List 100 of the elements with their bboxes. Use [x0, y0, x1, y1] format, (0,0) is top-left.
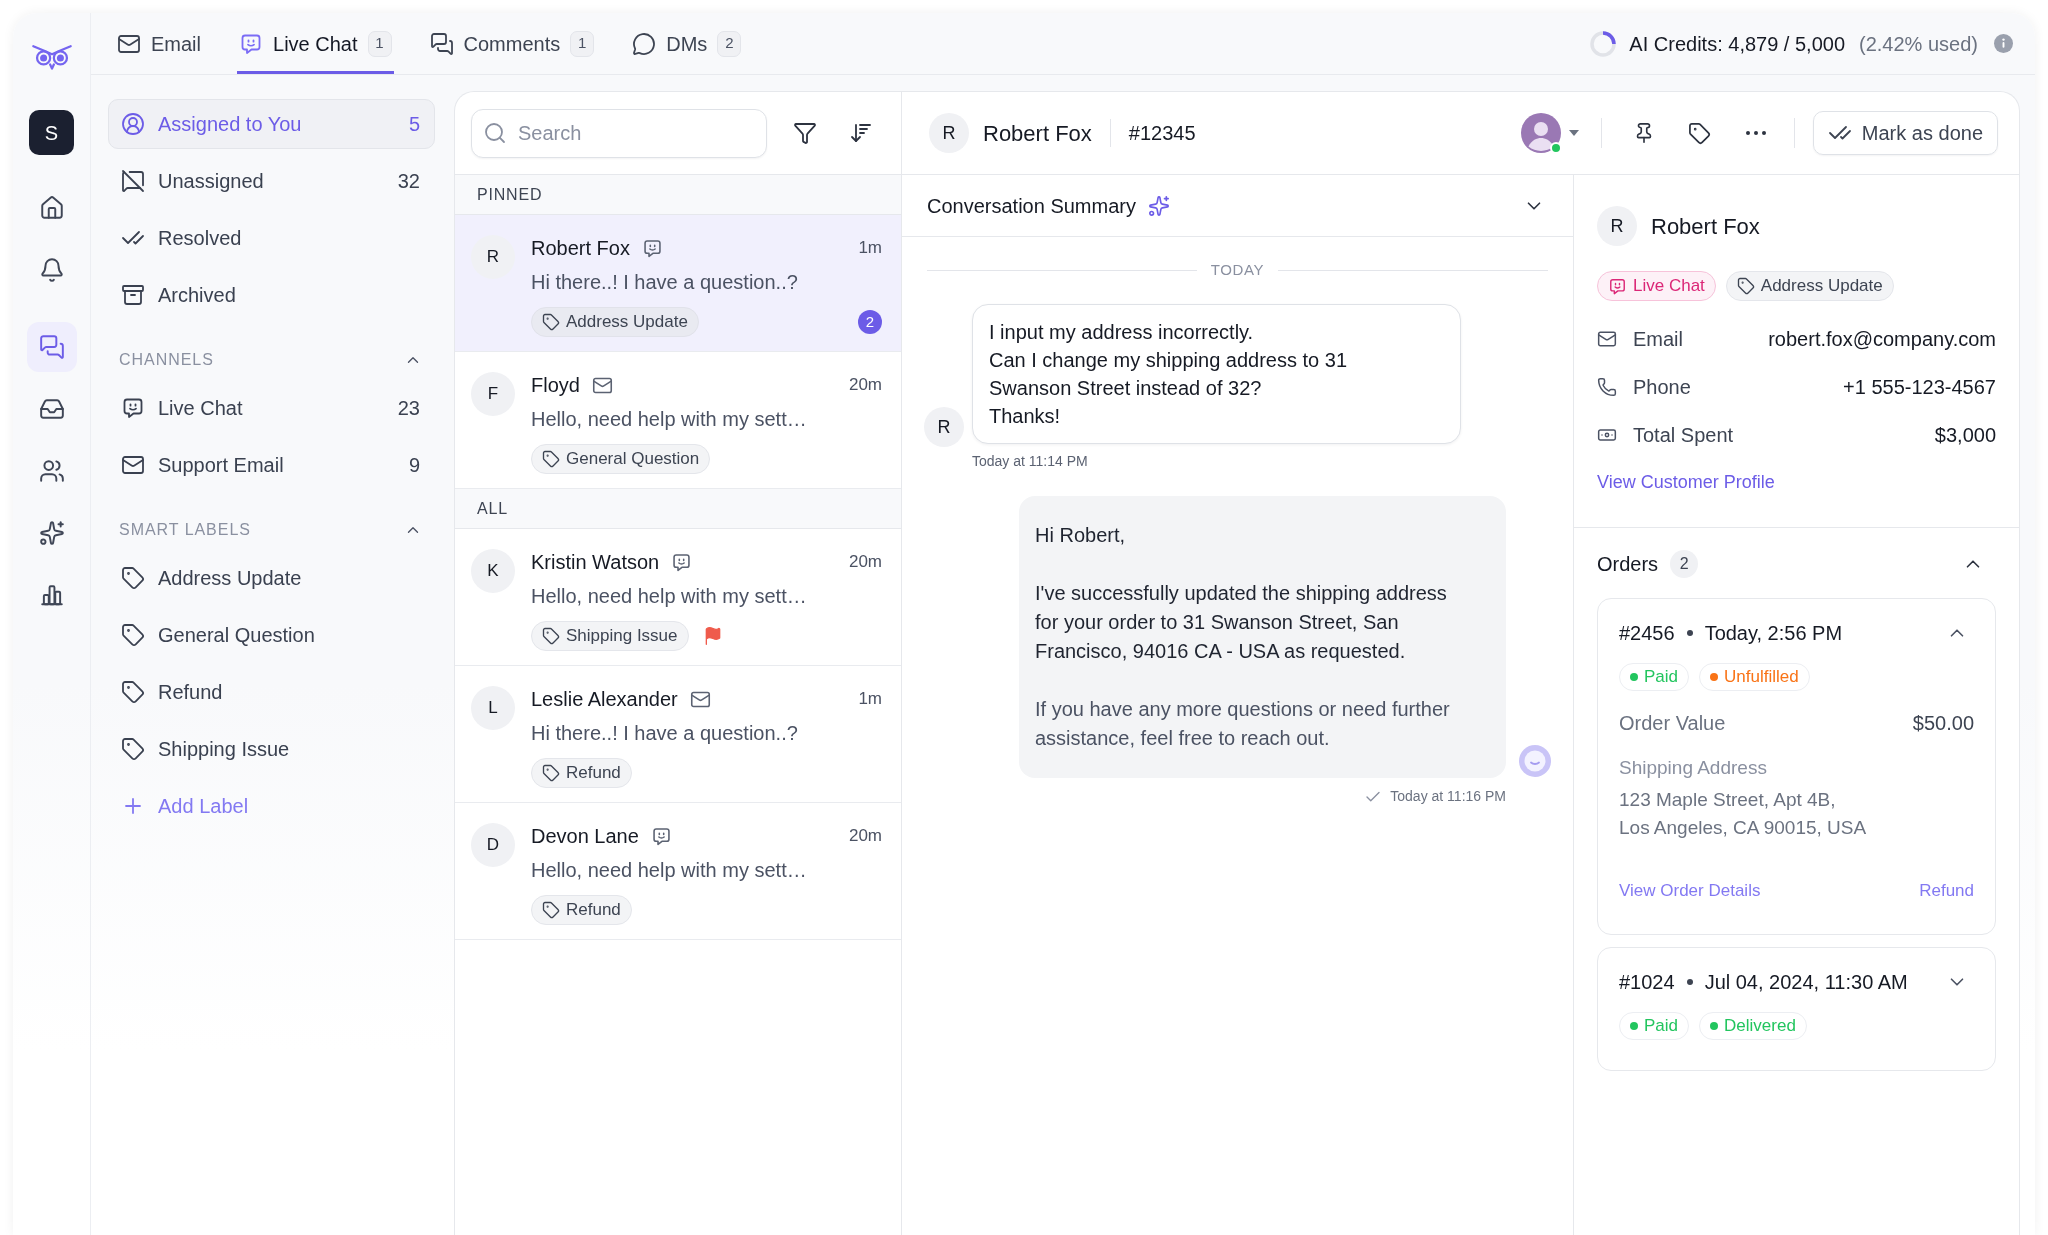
- nav-item[interactable]: Refund: [108, 667, 435, 717]
- message-text: Can I change my shipping address to 31 Swanson Street instead of 32?: [989, 348, 1348, 401]
- channel-tab[interactable]: Email: [115, 13, 203, 74]
- assignee-button[interactable]: [1520, 113, 1579, 153]
- user-circle-icon: [121, 112, 145, 136]
- sparkles-icon: [38, 520, 65, 546]
- summary-toggle[interactable]: Conversation Summary: [902, 175, 1573, 237]
- more-icon: [1745, 131, 1766, 135]
- nav-item[interactable]: Shipping Issue: [108, 724, 435, 774]
- status-text: Paid: [1644, 1014, 1679, 1037]
- nav-item[interactable]: Live Chat 23: [108, 383, 435, 433]
- message-text: Hi Robert,: [1035, 523, 1127, 548]
- tab-count: 2: [717, 30, 742, 57]
- tag-icon: [121, 623, 145, 647]
- nav-item[interactable]: Support Email 9: [108, 440, 435, 490]
- item-count: 9: [408, 453, 421, 478]
- chat-bubbles-icon: [38, 334, 65, 360]
- group-heading: PINNED: [455, 175, 901, 215]
- message-preview: Hello, need help with my sett…: [531, 584, 807, 609]
- tag-icon: [121, 680, 145, 704]
- message-preview: Hi there..! I have a question..?: [531, 270, 798, 295]
- nav-item[interactable]: Unassigned 32: [108, 156, 435, 206]
- chat-bubbles-icon: [429, 31, 454, 56]
- date-divider-label: TODAY: [1210, 259, 1265, 280]
- status-text: Unfulfilled: [1724, 666, 1799, 689]
- order-value: $50.00: [1912, 711, 1974, 736]
- speech-bubble-icon: [632, 31, 657, 56]
- contact-avatar: D: [471, 823, 515, 867]
- user-avatar[interactable]: S: [29, 110, 74, 155]
- conversation-item[interactable]: R Robert Fox 1m Hi there..! I have a question..? Address Update 2: [455, 215, 901, 352]
- tag-icon: [542, 313, 560, 331]
- label-text: Shipping Issue: [566, 625, 678, 648]
- rail-button[interactable]: [26, 322, 77, 372]
- channel-tab[interactable]: Comments 1: [427, 13, 597, 74]
- nav-item[interactable]: Address Update: [108, 553, 435, 603]
- message-text: I input my address incorrectly.: [989, 320, 1255, 345]
- mail-icon: [1597, 329, 1617, 349]
- unread-count: 2: [858, 310, 882, 334]
- order-date: Jul 04, 2024, 11:30 AM: [1704, 969, 1908, 995]
- channel-tab[interactable]: Live Chat 1: [237, 13, 394, 74]
- home-icon: [38, 195, 65, 221]
- message-text: Thanks!: [989, 404, 1062, 429]
- nav-item[interactable]: Assigned to You 5: [108, 99, 435, 149]
- contact-name: Leslie Alexander: [531, 687, 678, 712]
- label-text: Address Update: [566, 311, 688, 334]
- profile-link[interactable]: View Customer Profile: [1597, 469, 1775, 496]
- contact-name: Robert Fox: [1651, 212, 1760, 241]
- sort-icon: [849, 121, 873, 145]
- chat-smile-icon: [671, 551, 693, 573]
- mark-done-button[interactable]: Mark as done: [1812, 111, 1998, 155]
- contact-avatar: R: [1597, 206, 1637, 246]
- message-preview: Hello, need help with my sett…: [531, 407, 807, 432]
- tab-count: 1: [367, 30, 392, 57]
- shipping-address: 123 Maple Street, Apt 4B, Los Angeles, CA 90015, USA: [1619, 788, 1868, 840]
- order-link[interactable]: Refund: [1919, 878, 1974, 904]
- tab-count: 1: [570, 30, 595, 57]
- message-text: I've successfully updated the shipping address for your order to 31 Swanson Street, San Francisco, 94016 CA - USA as requested.: [1035, 581, 1448, 664]
- assignee-avatar-icon: [1520, 113, 1561, 153]
- tag-icon: [542, 764, 560, 782]
- order-number: #1024: [1619, 969, 1675, 995]
- message-timestamp: Today at 11:14 PM: [972, 452, 1088, 471]
- search-icon: [483, 120, 507, 145]
- tag-icon: [1688, 121, 1712, 145]
- chat-smile-icon: [650, 825, 672, 847]
- phone-icon: [1597, 377, 1617, 397]
- shipping-address-label: Shipping Address: [1619, 756, 1768, 780]
- contact-avatar: L: [471, 686, 515, 730]
- orders-toggle[interactable]: Orders 2: [1597, 549, 1699, 579]
- order-link[interactable]: View Order Details: [1619, 878, 1761, 904]
- bell-icon: [38, 257, 65, 283]
- label-text: General Question: [566, 448, 700, 471]
- field-label: Total Spent: [1633, 423, 1734, 448]
- channel-tab[interactable]: DMs 2: [630, 13, 744, 74]
- caret-icon: [1568, 130, 1579, 136]
- contact-avatar: F: [471, 372, 515, 416]
- archive-icon: [121, 283, 145, 307]
- bar-chart-icon: [38, 582, 65, 608]
- field-value: robert.fox@company.com: [1768, 327, 1996, 352]
- credits-label: AI Credits: 4,879 / 5,000: [1629, 31, 1846, 57]
- field-value: $3,000: [1934, 423, 1996, 448]
- nav-item[interactable]: Resolved: [108, 213, 435, 263]
- contact-avatar: R: [924, 407, 964, 447]
- nav-item[interactable]: Archived: [108, 270, 435, 320]
- message-preview: Hello, need help with my sett…: [531, 858, 807, 883]
- tag-icon: [542, 450, 560, 468]
- progress-ring-icon: [1589, 29, 1618, 58]
- order-number: #2456: [1619, 621, 1675, 646]
- status-text: Delivered: [1724, 1014, 1796, 1037]
- field-label: Phone: [1633, 375, 1691, 400]
- tag-text: Address Update: [1760, 275, 1883, 298]
- nav-item[interactable]: General Question: [108, 610, 435, 660]
- search-field[interactable]: Search: [471, 108, 767, 158]
- ticket-number: #12345: [1128, 121, 1196, 146]
- contact-name: Devon Lane: [531, 824, 639, 849]
- field-label: Email: [1633, 327, 1683, 352]
- contact-name: Robert Fox: [531, 236, 630, 261]
- item-count: 32: [397, 169, 421, 194]
- sparkles-icon: [1147, 194, 1170, 217]
- message-time: 1m: [858, 237, 882, 260]
- item-count: 23: [397, 396, 421, 421]
